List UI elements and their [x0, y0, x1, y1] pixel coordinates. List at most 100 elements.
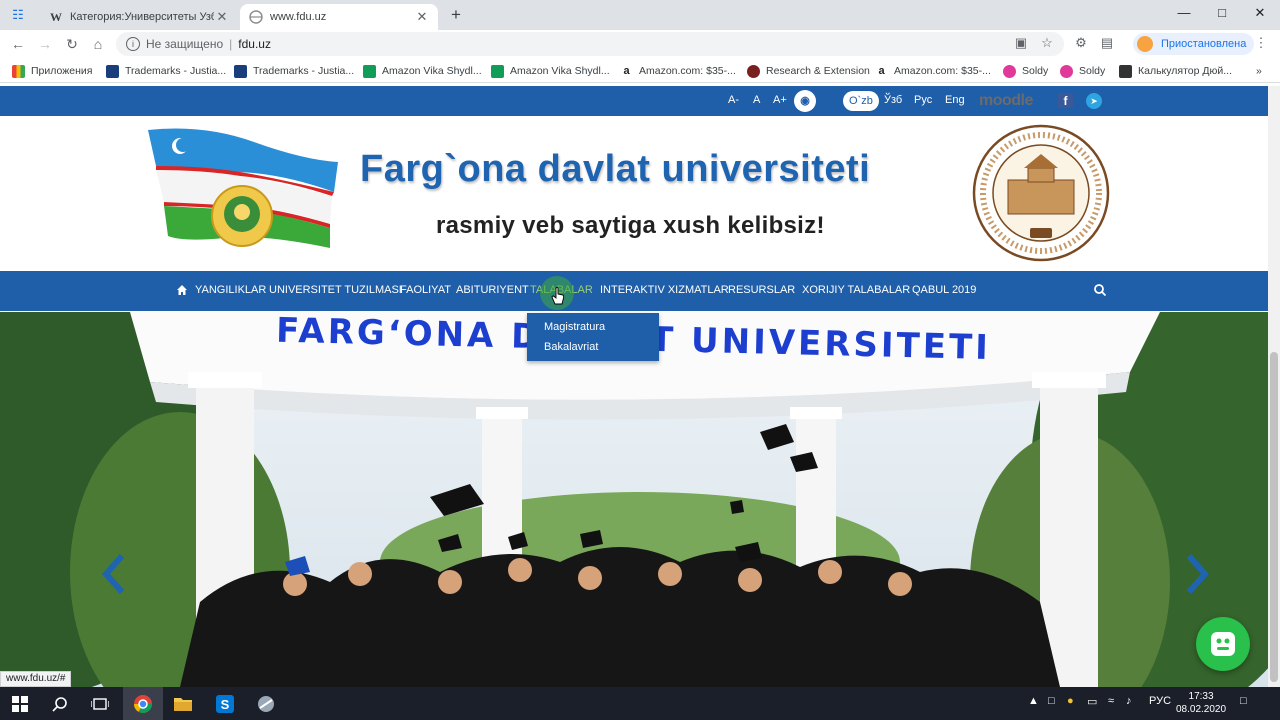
bookmark-item[interactable]: a Amazon.com: $35-... [620, 62, 736, 80]
home-icon[interactable]: ⌂ [88, 34, 108, 54]
task-view-icon[interactable] [80, 687, 120, 720]
tab-search-icon[interactable]: ☷ [8, 5, 28, 25]
forward-icon[interactable]: → [35, 34, 55, 54]
lang-uz-cyrillic[interactable]: Ўзб [884, 94, 902, 106]
browser-tabstrip: ☷ W Категория:Университеты Узбеки ✕ www.… [0, 0, 1280, 30]
talabalar-dropdown: Magistratura Bakalavriat [527, 313, 659, 361]
battery-icon[interactable]: ▭ [1087, 695, 1097, 708]
nav-item-interaktiv-xizmatlar[interactable]: INTERAKTIV XIZMATLAR [600, 284, 729, 296]
bookmark-label: Trademarks - Justia... [253, 65, 355, 77]
svg-text:S: S [221, 697, 230, 712]
nav-item-faoliyat[interactable]: FAOLIYAT [400, 284, 451, 296]
tab-fdu[interactable]: www.fdu.uz ✕ [240, 4, 438, 30]
nav-item-qabul-2019[interactable]: QABUL 2019 [912, 284, 976, 296]
telegram-icon[interactable]: ➤ [1086, 93, 1102, 109]
justia-icon [106, 64, 119, 78]
site-title: Farg`ona davlat universiteti [360, 148, 871, 190]
bookmark-item[interactable]: Soldy [1003, 62, 1048, 80]
bookmark-item[interactable]: a Amazon.com: $35-... [875, 62, 991, 80]
new-tab-button[interactable]: + [446, 5, 466, 25]
lang-uz-latin[interactable]: O`zb [843, 91, 879, 111]
windows-start-icon[interactable] [0, 687, 40, 720]
bookmarks-overflow-icon[interactable]: » [1256, 62, 1262, 80]
bookmark-label: Amazon Vika Shydl... [382, 65, 482, 77]
chat-icon [1211, 632, 1235, 656]
bookmark-label: Research & Extension [766, 65, 870, 77]
tray-app-icon[interactable]: □ [1048, 695, 1055, 707]
dropdown-item-magistratura[interactable]: Magistratura [544, 321, 605, 333]
minimize-icon[interactable]: — [1166, 2, 1202, 24]
justia-icon [234, 64, 247, 78]
tab-title: Категория:Университеты Узбеки [70, 11, 214, 23]
chrome-taskbar-icon[interactable] [123, 687, 163, 720]
bookmark-item[interactable]: Soldy [1060, 62, 1105, 80]
bookmark-apps[interactable]: Приложения [12, 62, 92, 80]
info-icon[interactable]: i [126, 37, 140, 51]
profile-button[interactable]: Приостановлена [1133, 33, 1255, 55]
reload-icon[interactable]: ↻ [62, 34, 82, 54]
tray-status-icon[interactable]: ● [1067, 695, 1074, 707]
bookmark-star-icon[interactable]: ☆ [1038, 34, 1056, 52]
volume-muted-icon[interactable]: ♪ [1126, 695, 1132, 707]
close-window-icon[interactable]: ✕ [1242, 2, 1278, 24]
accessibility-eye-icon[interactable]: ◉ [794, 90, 816, 112]
utility-bar: A- A A+ ◉ O`zb Ўзб Рус Eng moodle f ➤ [0, 86, 1268, 116]
nav-item-resurslar[interactable]: RESURSLAR [728, 284, 795, 296]
slider-next-icon[interactable] [1183, 553, 1211, 595]
menu-icon[interactable]: ⋮ [1252, 34, 1270, 52]
maximize-icon[interactable]: □ [1204, 2, 1240, 24]
nav-item-xorijiy-talabalar[interactable]: XORIJIY TALABALAR [802, 284, 910, 296]
facebook-icon[interactable]: f [1058, 93, 1073, 108]
nav-item-yangiliklar[interactable]: YANGILIKLAR [195, 284, 266, 296]
bookmark-item[interactable]: Amazon Vika Shydl... [491, 62, 610, 80]
tab-wikipedia[interactable]: W Категория:Университеты Узбеки ✕ [40, 4, 238, 30]
address-bar[interactable]: i Не защищено | fdu.uz [116, 32, 1064, 56]
dropdown-item-bakalavriat[interactable]: Bakalavriat [544, 341, 598, 353]
moodle-logo[interactable]: moodle [979, 92, 1033, 110]
bookmark-label: Soldy [1022, 65, 1049, 77]
bookmark-item[interactable]: Trademarks - Justia... [234, 62, 354, 80]
app-icon[interactable] [246, 687, 286, 720]
system-clock[interactable]: 17:33 08.02.2020 [1176, 690, 1226, 716]
extension-icon[interactable]: ⚙ [1072, 34, 1090, 52]
font-increase-button[interactable]: A+ [773, 94, 787, 106]
font-decrease-button[interactable]: A- [728, 94, 739, 106]
clock-date: 08.02.2020 [1176, 704, 1227, 715]
nav-item-universitet-tuzilmasi[interactable]: UNIVERSITET TUZILMASI [269, 284, 402, 296]
page-scrollbar[interactable] [1268, 86, 1280, 687]
university-seal-logo [972, 124, 1110, 262]
bookmark-item[interactable]: Research & Extension [747, 62, 870, 80]
hero-slider[interactable]: FARG‘ONA DAVLAT UNIVERSITETI [0, 312, 1268, 687]
lang-en[interactable]: Eng [945, 94, 965, 106]
graduation-photo [0, 312, 1268, 687]
scrollbar-thumb[interactable] [1270, 352, 1278, 682]
bookmark-item[interactable]: Amazon Vika Shydl... [363, 62, 482, 80]
home-icon[interactable] [176, 284, 188, 296]
bookmark-item[interactable]: Trademarks - Justia... [106, 62, 226, 80]
search-icon[interactable] [40, 687, 80, 720]
skype-icon[interactable]: S [205, 687, 245, 720]
search-icon[interactable] [1093, 283, 1107, 297]
file-explorer-icon[interactable] [163, 687, 203, 720]
bookmark-item[interactable]: Калькулятор Дюй... [1119, 62, 1232, 80]
tray-overflow-icon[interactable]: ▲ [1028, 695, 1039, 707]
soldy-icon [1003, 64, 1016, 78]
amazon-icon: a [875, 64, 888, 78]
close-tab-icon[interactable]: ✕ [414, 9, 430, 25]
bookmark-label: Soldy [1079, 65, 1106, 77]
wifi-icon[interactable]: ≈ [1108, 695, 1114, 707]
slider-prev-icon[interactable] [100, 553, 128, 595]
back-icon[interactable]: ← [8, 34, 28, 54]
translate-icon[interactable]: ▣ [1012, 34, 1030, 52]
chat-widget-button[interactable] [1196, 617, 1250, 671]
uzbekistan-flag-emblem [148, 128, 338, 248]
close-tab-icon[interactable]: ✕ [214, 9, 230, 25]
nav-item-abituriyent[interactable]: ABITURIYENT [456, 284, 529, 296]
font-normal-button[interactable]: A [753, 94, 760, 106]
lang-ru[interactable]: Рус [914, 94, 932, 106]
input-language[interactable]: РУС [1149, 695, 1171, 707]
research-icon [747, 64, 760, 78]
profile-status-label: Приостановлена [1161, 38, 1247, 50]
notification-center-icon[interactable]: □ [1240, 695, 1247, 707]
cast-icon[interactable]: ▤ [1098, 34, 1116, 52]
